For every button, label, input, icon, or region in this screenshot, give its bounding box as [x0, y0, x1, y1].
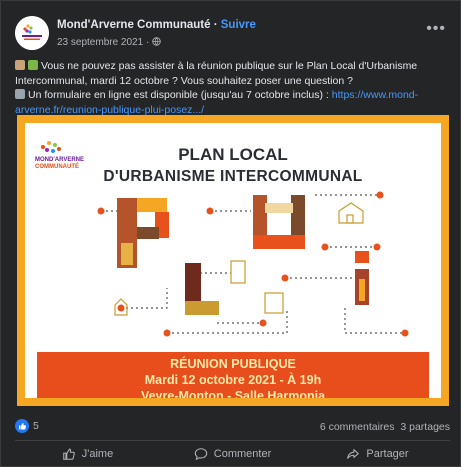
post-actions: J'aime Commenter Partager: [15, 443, 450, 465]
letter-i-shape: [355, 251, 369, 305]
like-button[interactable]: J'aime: [15, 443, 160, 465]
banner-line-2: Mardi 12 octobre 2021 - À 19h: [144, 373, 322, 387]
hand-icon: [28, 60, 38, 70]
letter-u-shape: [253, 195, 305, 249]
globe-icon: [152, 37, 161, 46]
banner-line-1: RÉUNION PUBLIQUE: [170, 357, 296, 371]
people-icon: [15, 60, 25, 70]
letter-l-shape: [185, 263, 219, 315]
reaction-stats: 5 6 commentaires 3 partages: [15, 419, 450, 437]
mondarverne-logo-icon: [15, 16, 49, 50]
like-count[interactable]: 5: [33, 420, 39, 432]
like-reaction-icon[interactable]: [15, 419, 29, 433]
post-text-line-3: Un formulaire en ligne est disponible (j…: [15, 88, 451, 103]
building-icons: [114, 202, 364, 316]
comments-shares: 6 commentaires 3 partages: [320, 421, 450, 433]
share-label: Partager: [366, 448, 409, 460]
more-options-button[interactable]: •••: [426, 20, 446, 38]
like-label: J'aime: [81, 448, 114, 460]
post-text-line-2: Intercommunal, mardi 12 octobre ? Vous s…: [15, 74, 353, 87]
name-separator: ·: [210, 19, 221, 31]
post-text-line-1: Vous ne pouvez pas assister à la réunion…: [15, 59, 451, 74]
post-text: Vous ne pouvez pas assister à la réunion…: [15, 59, 451, 117]
more-horizontal-icon: •••: [426, 20, 446, 37]
laptop-icon: [15, 89, 25, 99]
comment-button[interactable]: Commenter: [160, 443, 305, 465]
share-button[interactable]: Partager: [305, 443, 450, 465]
comment-count[interactable]: 6 commentaires: [320, 421, 395, 433]
follow-button[interactable]: Suivre: [221, 19, 256, 31]
post-meta: 23 septembre 2021 ·: [57, 37, 161, 48]
post-date[interactable]: 23 septembre 2021: [57, 37, 143, 48]
banner-line-3: Veyre-Monton - Salle Harmonia: [140, 389, 326, 398]
form-link-part2[interactable]: arverne.fr/reunion-publique-plui-posez..…: [15, 104, 204, 116]
poster: MOND'ARVERNE COMMUNAUTÉ PLAN LOCAL D'URB…: [25, 123, 441, 398]
comment-label: Commenter: [213, 448, 272, 460]
thumbs-up-icon: [62, 448, 75, 460]
poster-title-line-2: D'URBANISME INTERCOMMUNAL: [103, 168, 363, 185]
page-avatar[interactable]: [15, 16, 49, 50]
comment-icon: [194, 448, 207, 461]
letter-p-shape: [117, 198, 169, 268]
actions-divider: [15, 440, 450, 441]
form-link-part1[interactable]: https://www.mond-: [332, 89, 418, 101]
page-name[interactable]: Mond'Arverne Communauté: [57, 19, 211, 31]
page-name-line: Mond'Arverne Communauté · Suivre: [57, 19, 256, 31]
post-header: Mond'Arverne Communauté · Suivre 23 sept…: [15, 14, 450, 54]
facebook-post-card: Mond'Arverne Communauté · Suivre 23 sept…: [0, 0, 461, 467]
share-icon: [347, 449, 360, 459]
poster-title-line-1: PLAN LOCAL: [178, 145, 288, 164]
event-banner: RÉUNION PUBLIQUE Mardi 12 octobre 2021 -…: [37, 352, 429, 398]
meta-separator: ·: [143, 37, 153, 48]
share-count[interactable]: 3 partages: [400, 421, 450, 433]
post-image[interactable]: MOND'ARVERNE COMMUNAUTÉ PLAN LOCAL D'URB…: [17, 115, 449, 406]
